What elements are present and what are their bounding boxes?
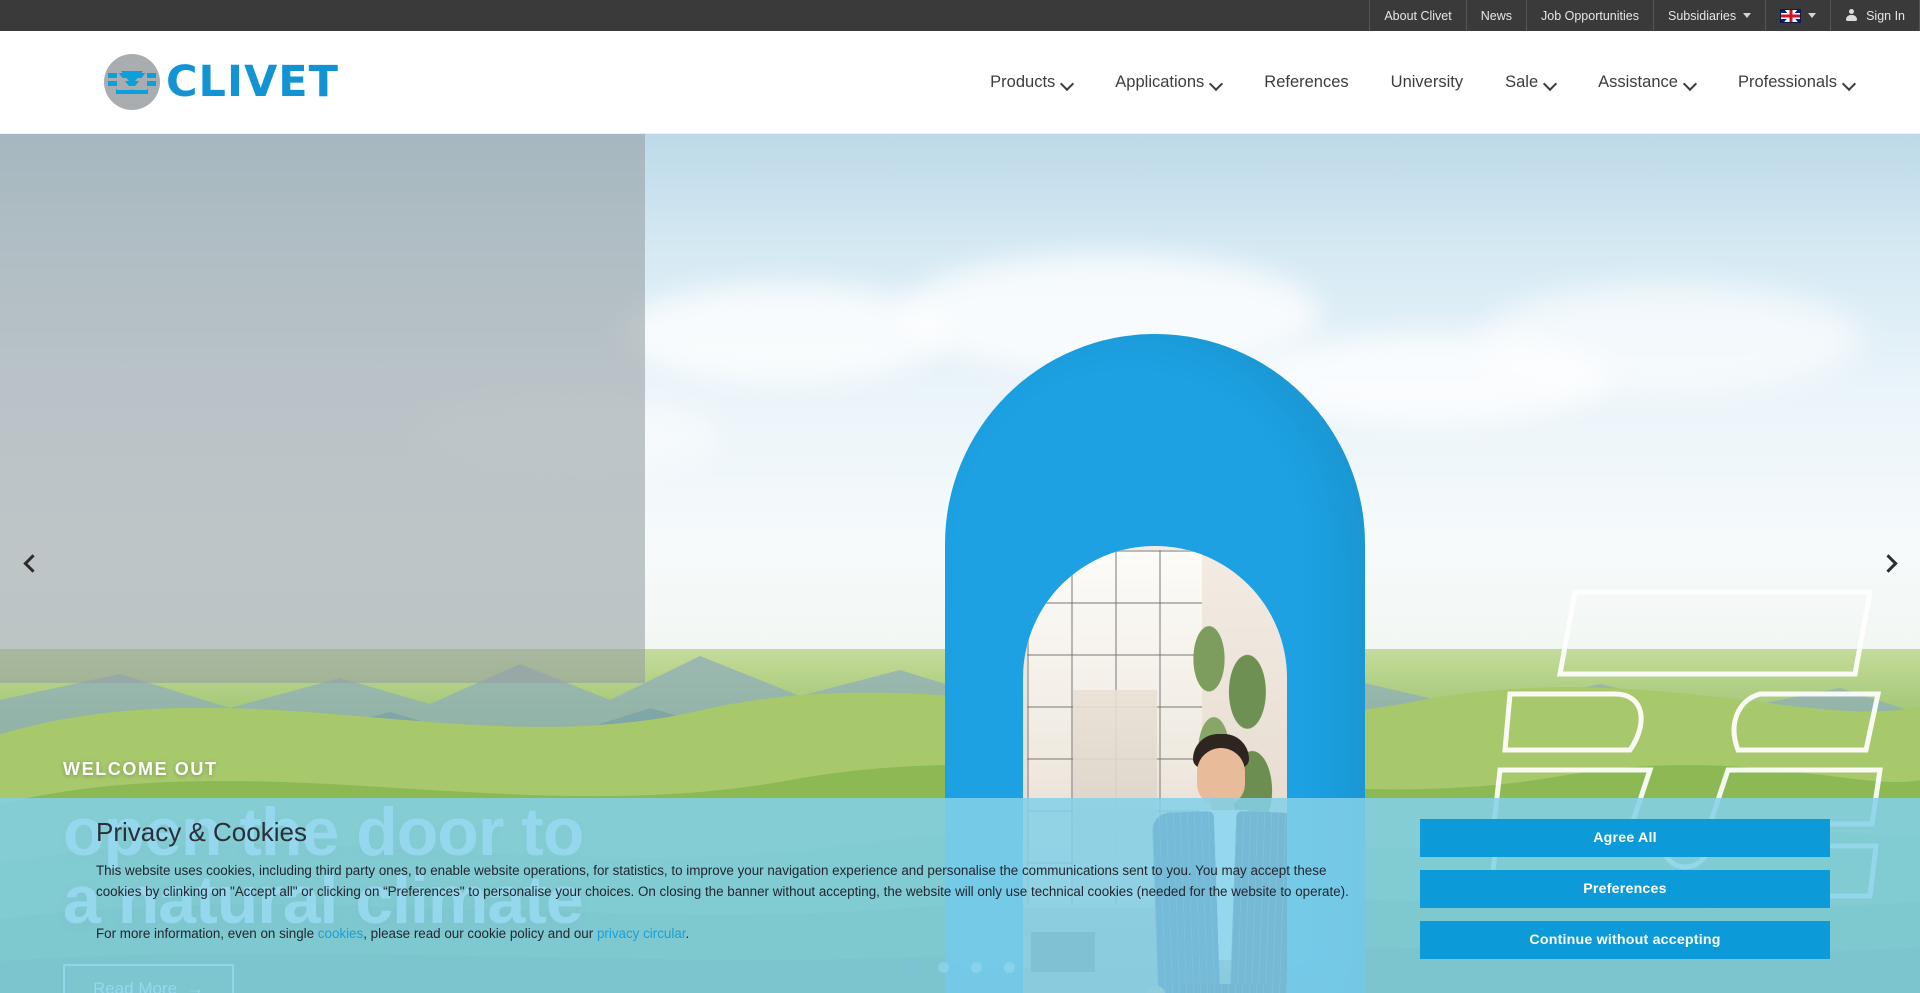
topbar-dropdown-subsidiaries[interactable]: Subsidiaries (1652, 0, 1765, 31)
carousel-next-button[interactable] (1868, 542, 1912, 586)
main-navigation: Products Applications References Univers… (969, 73, 1876, 92)
nav-item-label: Professionals (1737, 72, 1837, 91)
cookie-more-prefix: For more information, even on single (96, 926, 318, 942)
nav-item-label: Sale (1505, 72, 1539, 91)
agree-all-button[interactable]: Agree All (1420, 819, 1830, 857)
topbar-sign-in[interactable]: Sign In (1830, 0, 1920, 31)
nav-item-references[interactable]: References (1243, 73, 1369, 92)
hero-eyebrow: WELCOME OUT (63, 759, 218, 779)
cookie-consent-banner: Privacy & Cookies This website uses cook… (0, 798, 1920, 993)
site-header: CLIVET Products Applications References … (0, 31, 1920, 134)
chevron-left-icon (22, 554, 42, 573)
cookie-more-middle: , please read our cookie policy and our (363, 926, 597, 942)
caret-down-icon (1743, 13, 1752, 18)
topbar-link-label: About Clivet (1384, 8, 1452, 23)
sign-in-label: Sign In (1866, 8, 1905, 23)
nav-item-university[interactable]: University (1370, 73, 1484, 92)
topbar-link-news[interactable]: News (1465, 0, 1526, 31)
nav-item-label: Assistance (1598, 72, 1678, 91)
nav-item-label: Applications (1115, 72, 1205, 91)
nav-item-label: University (1390, 72, 1464, 91)
nav-item-products[interactable]: Products (969, 73, 1094, 92)
nav-item-assistance[interactable]: Assistance (1577, 73, 1717, 92)
cookie-banner-text-column: Privacy & Cookies This website uses cook… (96, 817, 1386, 945)
caret-down-icon (1808, 13, 1817, 18)
nav-item-label: Products (990, 72, 1056, 91)
hero-carousel: WELCOME OUT open the door to a natural c… (0, 134, 1920, 993)
topbar-link-about-clivet[interactable]: About Clivet (1369, 0, 1465, 31)
topbar-link-label: News (1480, 8, 1512, 23)
cloud-decoration (1480, 284, 1860, 394)
hero-left-overlay-panel (0, 134, 645, 683)
nav-item-applications[interactable]: Applications (1094, 73, 1243, 92)
topbar-link-label: Job Opportunities (1541, 8, 1639, 23)
cloud-decoration (620, 284, 950, 384)
cookie-more-suffix: . (685, 926, 690, 942)
topbar-language-selector[interactable] (1765, 0, 1830, 31)
nav-item-label: References (1264, 72, 1349, 91)
cookie-banner-more-info: For more information, even on single coo… (96, 924, 1386, 945)
chevron-down-icon (1685, 79, 1696, 86)
nav-item-professionals[interactable]: Professionals (1717, 73, 1876, 92)
continue-without-accepting-button[interactable]: Continue without accepting (1420, 921, 1830, 959)
clivet-logo[interactable]: CLIVET (104, 54, 339, 110)
utility-topbar: About Clivet News Job Opportunities Subs… (0, 0, 1920, 31)
clivet-logo-text: CLIVET (166, 57, 339, 107)
chevron-down-icon (1545, 79, 1556, 86)
carousel-prev-button[interactable] (8, 542, 52, 586)
chevron-down-icon (1211, 79, 1222, 86)
uk-flag-icon (1780, 8, 1802, 23)
cookie-policy-link[interactable]: cookies (318, 926, 363, 941)
topbar-link-job-opportunities[interactable]: Job Opportunities (1526, 0, 1653, 31)
chevron-down-icon (1844, 79, 1855, 86)
chevron-down-icon (1062, 79, 1073, 86)
person-icon (1845, 9, 1858, 22)
cookie-banner-body: This website uses cookies, including thi… (96, 863, 1349, 899)
cookie-banner-title: Privacy & Cookies (96, 817, 307, 847)
cookie-banner-button-column: Agree All Preferences Continue without a… (1420, 817, 1830, 959)
topbar-link-label: Subsidiaries (1667, 8, 1737, 23)
nav-item-sale[interactable]: Sale (1484, 73, 1577, 92)
clivet-logo-mark-icon (104, 54, 160, 110)
privacy-circular-link[interactable]: privacy circular (597, 926, 686, 941)
chevron-right-icon (1878, 554, 1898, 573)
preferences-button[interactable]: Preferences (1420, 870, 1830, 908)
